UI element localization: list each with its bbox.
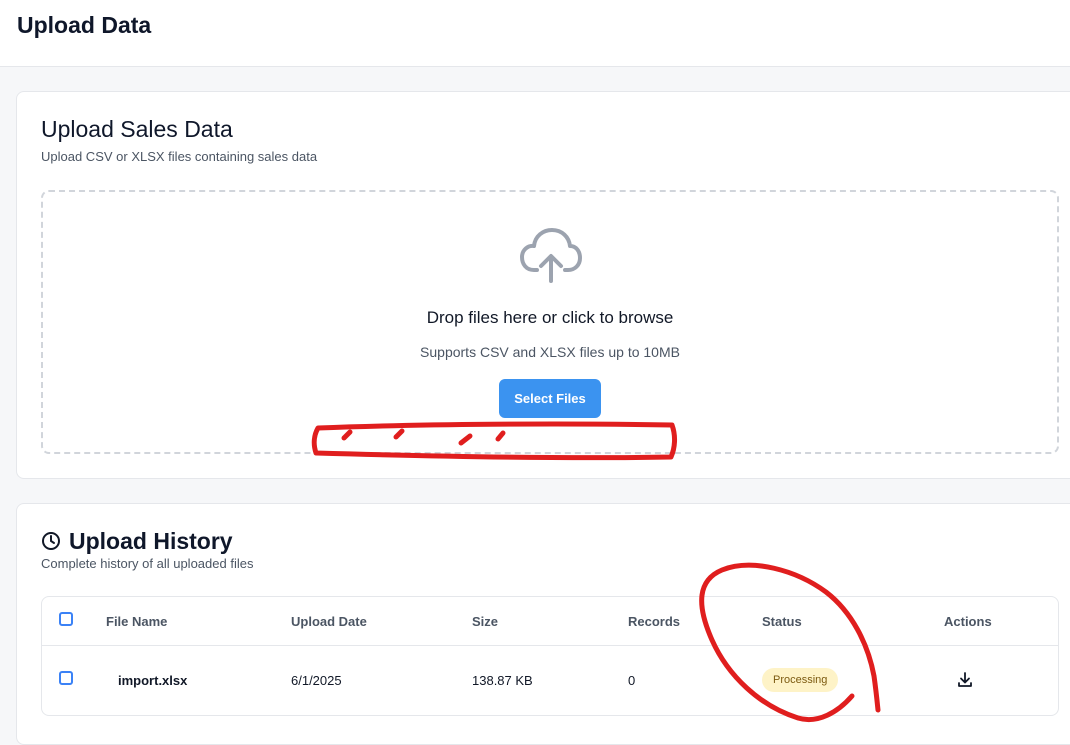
table-row: import.xlsx 6/1/2025 138.87 KB 0 Process… — [42, 646, 1058, 714]
history-table: File Name Upload Date Size Records Statu… — [41, 596, 1059, 716]
file-name-cell: import.xlsx — [118, 673, 188, 688]
upload-card-subtitle: Upload CSV or XLSX files containing sale… — [41, 149, 318, 164]
column-header-records[interactable]: Records — [628, 614, 680, 629]
page-title: Upload Data — [17, 12, 152, 38]
history-title: Upload History — [69, 528, 233, 554]
records-cell: 0 — [628, 673, 636, 688]
select-files-button[interactable]: Select Files — [499, 379, 601, 418]
upload-date-cell: 6/1/2025 — [291, 673, 342, 688]
dropzone-subtitle: Supports CSV and XLSX files up to 10MB — [420, 344, 680, 360]
select-all-checkbox[interactable] — [59, 612, 73, 626]
history-subtitle: Complete history of all uploaded files — [41, 556, 254, 571]
column-header-status[interactable]: Status — [762, 614, 802, 629]
file-dropzone[interactable]: Drop files here or click to browse Suppo… — [41, 190, 1059, 454]
dropzone-title: Drop files here or click to browse — [426, 308, 674, 327]
column-header-actions: Actions — [944, 614, 992, 629]
size-cell: 138.87 KB — [472, 673, 533, 688]
top-bar: Upload Data — [0, 0, 1070, 67]
upload-history-card: Upload History Complete history of all u… — [16, 503, 1070, 745]
upload-card-title: Upload Sales Data — [41, 116, 233, 142]
column-header-upload-date[interactable]: Upload Date — [291, 614, 367, 629]
column-header-size[interactable]: Size — [472, 614, 498, 629]
clock-icon — [42, 532, 60, 550]
table-header: File Name Upload Date Size Records Statu… — [42, 597, 1058, 646]
upload-card: Upload Sales Data Upload CSV or XLSX fil… — [16, 91, 1070, 479]
row-checkbox[interactable] — [59, 671, 73, 685]
column-header-file-name[interactable]: File Name — [106, 614, 167, 629]
cloud-upload-icon — [520, 228, 582, 283]
download-icon[interactable] — [956, 671, 974, 689]
status-badge: Processing — [762, 668, 839, 692]
